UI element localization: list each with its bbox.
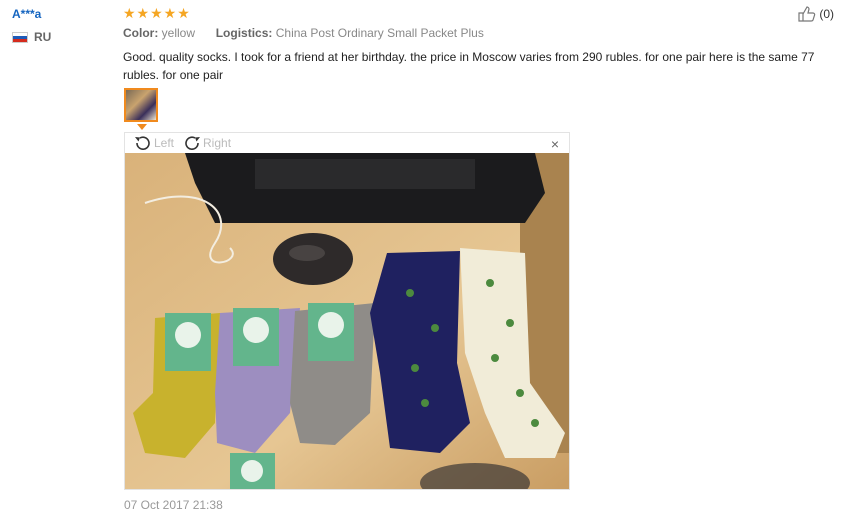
- close-icon[interactable]: ×: [551, 136, 559, 152]
- russia-flag-icon: [12, 31, 28, 43]
- rotate-left-label: Left: [154, 136, 175, 150]
- rotate-right-button[interactable]: Right: [182, 135, 231, 151]
- reviewer-country: RU: [12, 30, 51, 44]
- logistics-value: China Post Ordinary Small Packet Plus: [275, 26, 484, 40]
- socks-photo-illustration: [125, 153, 569, 489]
- review-text: Good. quality socks. I took for a friend…: [123, 50, 815, 82]
- rotate-left-button[interactable]: Left: [133, 135, 174, 151]
- review-photo-thumbnail[interactable]: [124, 88, 158, 122]
- rating-stars: ★★★★★: [123, 5, 191, 21]
- viewer-toolbar: Left Right ×: [125, 133, 569, 153]
- thumbnail-caret: [137, 124, 147, 130]
- photo-viewer: Left Right ×: [124, 132, 570, 490]
- review-body: ★★★★★ Color: yellow Logistics: China Pos…: [123, 6, 838, 84]
- rotate-left-icon: [135, 136, 150, 150]
- rotate-right-icon: [185, 136, 201, 150]
- rotate-right-label: Right: [203, 136, 232, 150]
- color-label: Color:: [123, 26, 159, 40]
- logistics-label: Logistics:: [215, 26, 273, 40]
- color-value: yellow: [161, 26, 196, 40]
- review-date: 07 Oct 2017 21:38: [124, 498, 223, 512]
- reviewer-name[interactable]: A***a: [12, 6, 51, 22]
- review-meta: Color: yellow Logistics: China Post Ordi…: [123, 26, 838, 40]
- review-photo: [125, 153, 569, 489]
- reviewer-info: A***a RU: [12, 6, 51, 44]
- country-code: RU: [34, 30, 52, 44]
